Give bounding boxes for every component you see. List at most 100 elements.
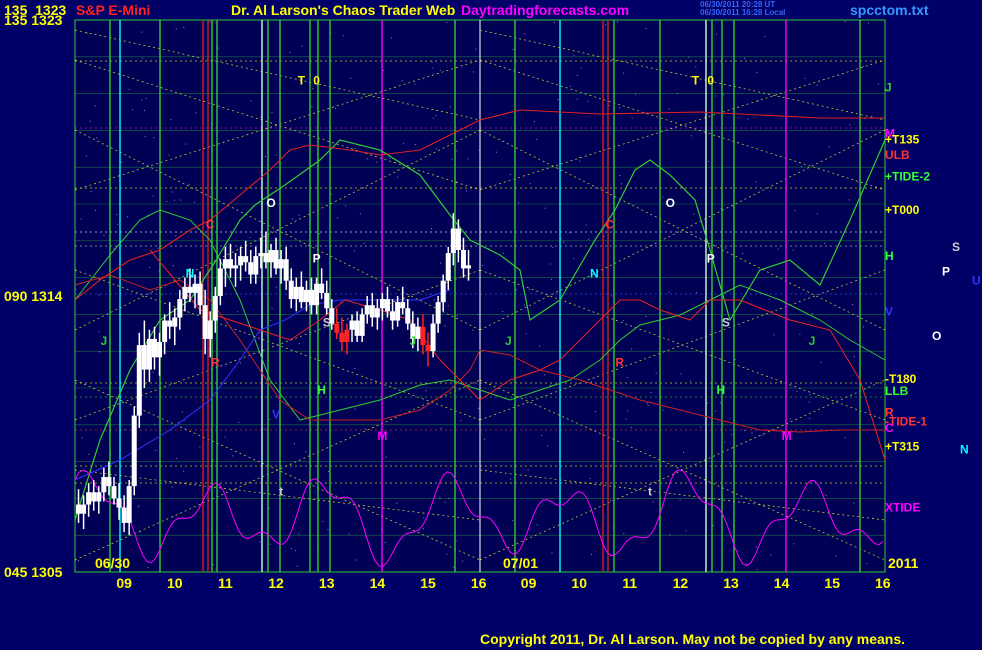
x-tick-label: 14 xyxy=(370,575,386,591)
copyright-notice: Copyright 2011, Dr. Al Larson. May not b… xyxy=(480,631,906,647)
star-dot xyxy=(250,100,252,102)
price-bar-body xyxy=(420,326,426,346)
price-bar-body xyxy=(379,299,385,309)
star-dot xyxy=(96,137,98,139)
price-bar-body xyxy=(405,308,411,324)
star-dot xyxy=(626,377,628,379)
star-dot xyxy=(444,325,446,327)
right-axis-label: C xyxy=(885,421,894,435)
price-bar-body xyxy=(293,286,299,300)
price-bar-body xyxy=(162,320,168,342)
star-dot xyxy=(706,402,708,404)
star-dot xyxy=(816,213,818,215)
star-dot xyxy=(396,502,398,504)
star-dot xyxy=(623,72,625,74)
price-bar-body xyxy=(263,253,269,263)
star-dot xyxy=(238,421,240,423)
price-bar-body xyxy=(111,486,117,499)
price-bar-body xyxy=(344,329,350,342)
price-bar-body xyxy=(101,476,107,493)
planet-label-day2: H xyxy=(717,383,726,397)
star-dot xyxy=(539,345,540,347)
star-dot xyxy=(762,434,764,436)
star-dot xyxy=(809,394,811,396)
star-dot xyxy=(431,61,433,63)
star-dot xyxy=(183,27,185,28)
star-dot xyxy=(862,326,864,328)
price-bar-body xyxy=(466,265,472,269)
price-bar-body xyxy=(177,299,183,318)
star-dot xyxy=(335,107,336,109)
star-dot xyxy=(217,47,219,49)
star-dot xyxy=(662,196,664,198)
planet-label-day2: T xyxy=(692,73,700,87)
price-bar-body xyxy=(369,305,375,318)
planet-label-day2: M xyxy=(782,429,792,443)
star-dot xyxy=(623,533,625,534)
star-dot xyxy=(622,320,624,322)
star-dot xyxy=(397,176,399,178)
star-dot xyxy=(116,214,118,216)
star-dot xyxy=(751,432,753,434)
star-dot xyxy=(746,563,748,565)
star-dot xyxy=(296,565,298,567)
star-dot xyxy=(696,292,698,294)
star-dot xyxy=(580,67,582,69)
star-dot xyxy=(359,213,361,215)
x-tick-label: 13 xyxy=(319,575,335,591)
star-dot xyxy=(589,477,591,479)
price-bar-body xyxy=(187,286,193,293)
star-dot xyxy=(439,69,441,71)
star-dot xyxy=(716,33,718,35)
x-tick-label: 14 xyxy=(774,575,790,591)
star-dot xyxy=(414,144,416,146)
price-bar-body xyxy=(227,259,233,269)
star-dot xyxy=(502,252,504,254)
star-dot xyxy=(212,459,214,461)
planet-label-day1: S xyxy=(323,316,331,330)
star-dot xyxy=(89,120,91,122)
star-dot xyxy=(550,278,552,280)
star-dot xyxy=(152,371,154,373)
star-dot xyxy=(322,521,324,522)
star-dot xyxy=(756,71,758,73)
star-dot xyxy=(116,223,118,225)
star-dot xyxy=(432,67,434,69)
price-bar-body xyxy=(273,250,279,269)
star-dot xyxy=(298,214,300,216)
star-dot xyxy=(354,408,356,410)
star-dot xyxy=(794,210,796,212)
star-dot xyxy=(573,54,575,56)
star-dot xyxy=(224,436,226,438)
star-dot xyxy=(319,233,321,235)
planet-label-day1: R xyxy=(211,356,220,370)
star-dot xyxy=(758,100,759,102)
star-dot xyxy=(625,418,627,420)
star-dot xyxy=(528,289,530,290)
star-dot xyxy=(188,183,190,185)
star-dot xyxy=(747,118,749,120)
star-dot xyxy=(668,108,670,110)
planet-label-day2: t xyxy=(648,484,652,498)
star-dot xyxy=(345,205,347,207)
price-bar-body xyxy=(248,262,254,275)
star-dot xyxy=(440,262,442,264)
price-bar-body xyxy=(354,320,360,336)
price-bar-body xyxy=(435,302,441,324)
y-tick-label: 045 1305 xyxy=(4,564,63,580)
planet-label-day1: 0 xyxy=(313,73,320,87)
star-dot xyxy=(269,543,271,545)
star-dot xyxy=(541,435,543,436)
star-dot xyxy=(199,446,201,448)
star-dot xyxy=(715,95,717,97)
star-dot xyxy=(550,384,551,386)
star-dot xyxy=(619,175,621,176)
star-dot xyxy=(436,148,437,150)
price-bar-body xyxy=(319,283,325,293)
price-bar-body xyxy=(202,305,208,339)
star-dot xyxy=(591,554,593,555)
star-dot xyxy=(662,409,664,411)
star-dot xyxy=(291,548,292,549)
price-bar-body xyxy=(450,228,456,254)
star-dot xyxy=(707,161,709,162)
